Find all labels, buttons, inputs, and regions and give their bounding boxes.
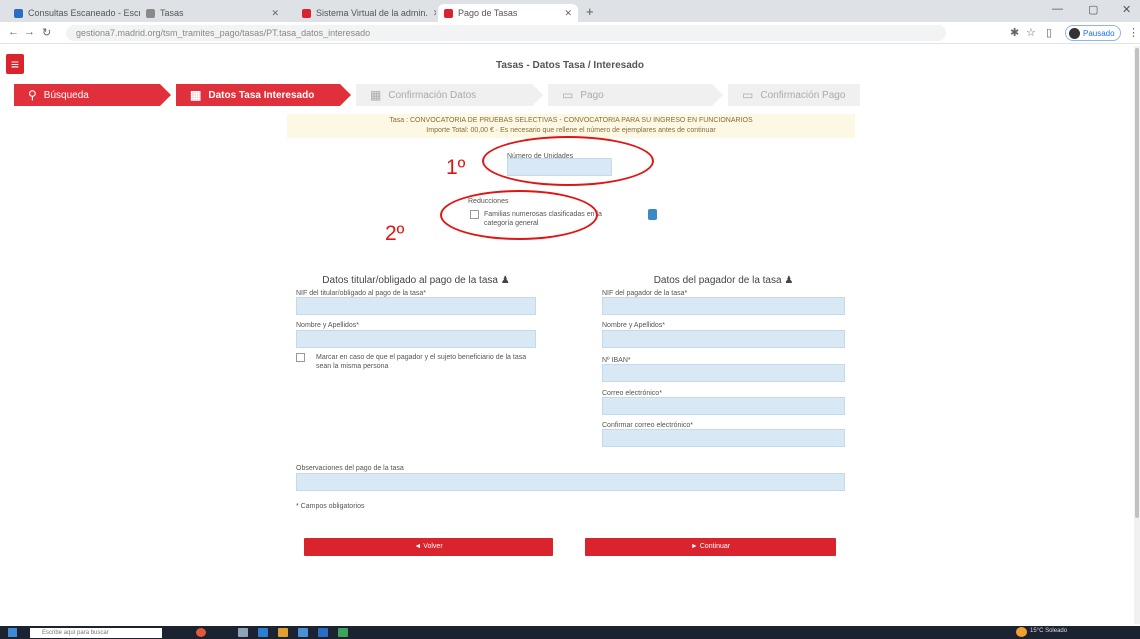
excel-icon[interactable] [338, 628, 348, 637]
annotation-ellipse-1 [482, 136, 654, 186]
card-check-icon: ▦ [370, 88, 382, 102]
task-view-icon[interactable] [238, 628, 248, 637]
weather-icon[interactable] [1016, 627, 1027, 637]
page-title: Tasas - Datos Tasa / Interesado [495, 60, 645, 71]
address-bar[interactable]: gestiona7.madrid.org/tsm_tramites_pago/t… [66, 25, 946, 41]
menu-dots-icon[interactable]: ⋮ [1128, 26, 1139, 39]
info-icon[interactable] [648, 209, 657, 220]
reload-icon[interactable]: ↻ [42, 26, 51, 39]
step-busqueda[interactable]: ⚲ Búsqueda [14, 84, 160, 106]
nif-pagador-input[interactable] [602, 297, 845, 315]
titular-heading-text: Datos titular/obligado al pago de la tas… [322, 275, 498, 286]
browser-tab[interactable]: Tasas ✕ [140, 4, 285, 22]
favicon-icon [146, 8, 155, 18]
step-arrow [712, 84, 723, 106]
observaciones-input[interactable] [296, 473, 845, 491]
windows-start-icon[interactable] [8, 628, 17, 637]
step-arrow [160, 84, 171, 106]
chrome-icon[interactable] [298, 628, 308, 637]
nif-pagador-label: NIF del pagador de la tasa* [602, 290, 688, 297]
iban-input[interactable] [602, 364, 845, 382]
sidebar-icon[interactable]: ▯ [1046, 26, 1052, 39]
avatar [1069, 27, 1080, 39]
back-icon[interactable]: ← [8, 26, 19, 38]
minimize-icon[interactable]: — [1052, 3, 1063, 15]
word-icon[interactable] [318, 628, 328, 637]
step-datos-tasa-interesado[interactable]: ▦ Datos Tasa Interesado [176, 84, 340, 106]
email-label: Correo electrónico* [602, 390, 662, 397]
favicon-icon [444, 8, 453, 18]
close-window-icon[interactable]: ✕ [1122, 3, 1131, 16]
observaciones-label: Observaciones del pago de la tasa [296, 465, 404, 472]
step-label: Confirmación Datos [388, 89, 477, 101]
pagador-heading: Datos del pagador de la tasa ♟ [602, 275, 845, 286]
browser-tab-active[interactable]: Pago de Tasas ✕ [438, 4, 578, 22]
user-icon: ♟ [500, 275, 510, 286]
search-icon: ⚲ [28, 88, 37, 102]
tab-title: Pago de Tasas [458, 8, 518, 18]
close-icon[interactable]: ✕ [433, 8, 436, 19]
forward-icon[interactable]: → [24, 26, 35, 38]
iban-label: Nº IBAN* [602, 357, 631, 364]
close-icon[interactable]: ✕ [271, 8, 279, 19]
annotation-label-1: 1º [446, 156, 466, 179]
step-label: Datos Tasa Interesado [208, 89, 315, 101]
browser-tab[interactable]: Sistema Virtual de la admin. ✕ [296, 4, 436, 22]
step-pago: ▭ Pago [548, 84, 712, 106]
taskbar-search-input[interactable]: Escribe aquí para buscar [30, 628, 162, 638]
email-input[interactable] [602, 397, 845, 415]
card-icon: ▦ [190, 88, 202, 102]
step-confirmacion-pago: ▭ Confirmación Pago [728, 84, 860, 106]
back-button[interactable]: ◄ Volver [304, 538, 553, 556]
extension-icon[interactable]: ✱ [1010, 26, 1019, 39]
step-label: Pago [580, 89, 604, 101]
titular-heading: Datos titular/obligado al pago de la tas… [296, 275, 536, 286]
confirm-email-label: Confirmar correo electrónico* [602, 422, 694, 429]
windows-taskbar [0, 626, 1140, 639]
maximize-icon[interactable]: ▢ [1088, 3, 1098, 16]
nombre-pagador-input[interactable] [602, 330, 845, 348]
tab-title: Tasas [160, 8, 184, 18]
nombre-titular-label: Nombre y Apellidos* [296, 322, 360, 329]
nif-titular-input[interactable] [296, 297, 536, 315]
nif-titular-label: NIF del titular/obligado al pago de la t… [296, 290, 426, 297]
same-person-label: Marcar en caso de que el pagador y el su… [316, 354, 527, 370]
tab-title: Sistema Virtual de la admin. [316, 8, 428, 18]
same-person-checkbox[interactable] [296, 353, 305, 362]
annotation-label-2: 2º [385, 222, 405, 245]
profile-label: Pausado [1083, 28, 1115, 38]
nombre-titular-input[interactable] [296, 330, 536, 348]
cortana-icon[interactable] [196, 628, 206, 637]
new-tab-button[interactable]: + [586, 4, 594, 19]
tax-info-banner: Tasa : CONVOCATORIA DE PRUEBAS SELECTIVA… [287, 114, 855, 138]
banner-line: Importe Total: 00,00 € · Es necesario qu… [426, 127, 716, 134]
nombre-pagador-label: Nombre y Apellidos* [602, 322, 666, 329]
credit-card-check-icon: ▭ [742, 88, 754, 102]
banner-line: Tasa : CONVOCATORIA DE PRUEBAS SELECTIVA… [389, 117, 753, 124]
browser-tab[interactable]: Consultas Escaneado - Escr. ✕ [8, 4, 140, 22]
required-note: * Campos obligatorios [296, 503, 365, 510]
step-arrow [340, 84, 351, 106]
favicon-icon [14, 8, 23, 18]
favicon-icon [302, 8, 311, 18]
close-icon[interactable]: ✕ [564, 8, 572, 19]
scrollbar-thumb[interactable] [1135, 48, 1139, 518]
profile-button[interactable]: Pausado [1065, 25, 1121, 41]
step-arrow [532, 84, 543, 106]
user-icon: ♟ [784, 275, 794, 286]
step-label: Confirmación Pago [760, 89, 846, 101]
credit-card-icon: ▭ [562, 88, 574, 102]
continue-button[interactable]: ► Continuar [585, 538, 836, 556]
step-confirmacion-datos: ▦ Confirmación Datos [356, 84, 532, 106]
confirm-email-input[interactable] [602, 429, 845, 447]
edge-icon[interactable] [258, 628, 268, 637]
annotation-ellipse-2 [440, 190, 598, 240]
step-label: Búsqueda [43, 89, 89, 101]
star-icon[interactable]: ☆ [1026, 26, 1036, 39]
pagador-heading-text: Datos del pagador de la tasa [653, 275, 782, 286]
explorer-icon[interactable] [278, 628, 288, 637]
weather-text: 15°C Soleado [1030, 628, 1068, 634]
tab-title: Consultas Escaneado - Escr. [28, 8, 140, 18]
